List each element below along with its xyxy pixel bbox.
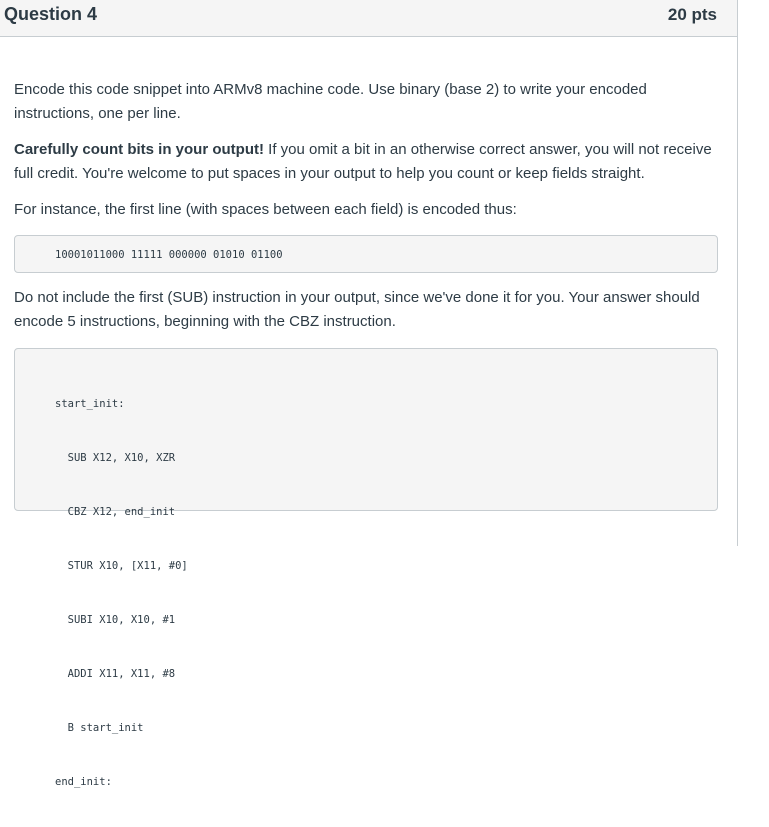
warning-paragraph: Carefully count bits in your output! If …	[14, 138, 720, 186]
code-line: start_init:	[55, 398, 125, 410]
question-card: Question 4 20 pts Encode this code snipp…	[0, 0, 738, 788]
code-line: B start_init	[55, 722, 144, 734]
example-intro-paragraph: For instance, the first line (with space…	[14, 201, 517, 218]
warning-emphasis: Carefully count bits in your output!	[14, 141, 264, 158]
code-line: ADDI X11, X11, #8	[55, 668, 176, 680]
question-title: Question 4	[4, 4, 98, 24]
code-line: CBZ X12, end_init	[55, 506, 176, 518]
code-line: STUR X10, [X11, #0]	[55, 560, 188, 572]
code-snippet-block: start_init: SUB X12, X10, XZR CBZ X12, e…	[14, 348, 718, 788]
question-header: Question 4 20 pts	[0, 0, 737, 37]
answer-instructions-paragraph: Do not include the first (SUB) instructi…	[14, 289, 700, 330]
code-line: end_init:	[55, 776, 112, 788]
question-body: Encode this code snippet into ARMv8 mach…	[14, 78, 720, 788]
instructions-paragraph: Encode this code snippet into ARMv8 mach…	[14, 81, 647, 122]
code-line: SUB X12, X10, XZR	[55, 452, 176, 464]
code-line: SUBI X10, X10, #1	[55, 614, 176, 626]
question-points: 20 pts	[667, 5, 717, 24]
example-encoding-block: 10001011000 11111 000000 01010 01100	[14, 235, 718, 273]
